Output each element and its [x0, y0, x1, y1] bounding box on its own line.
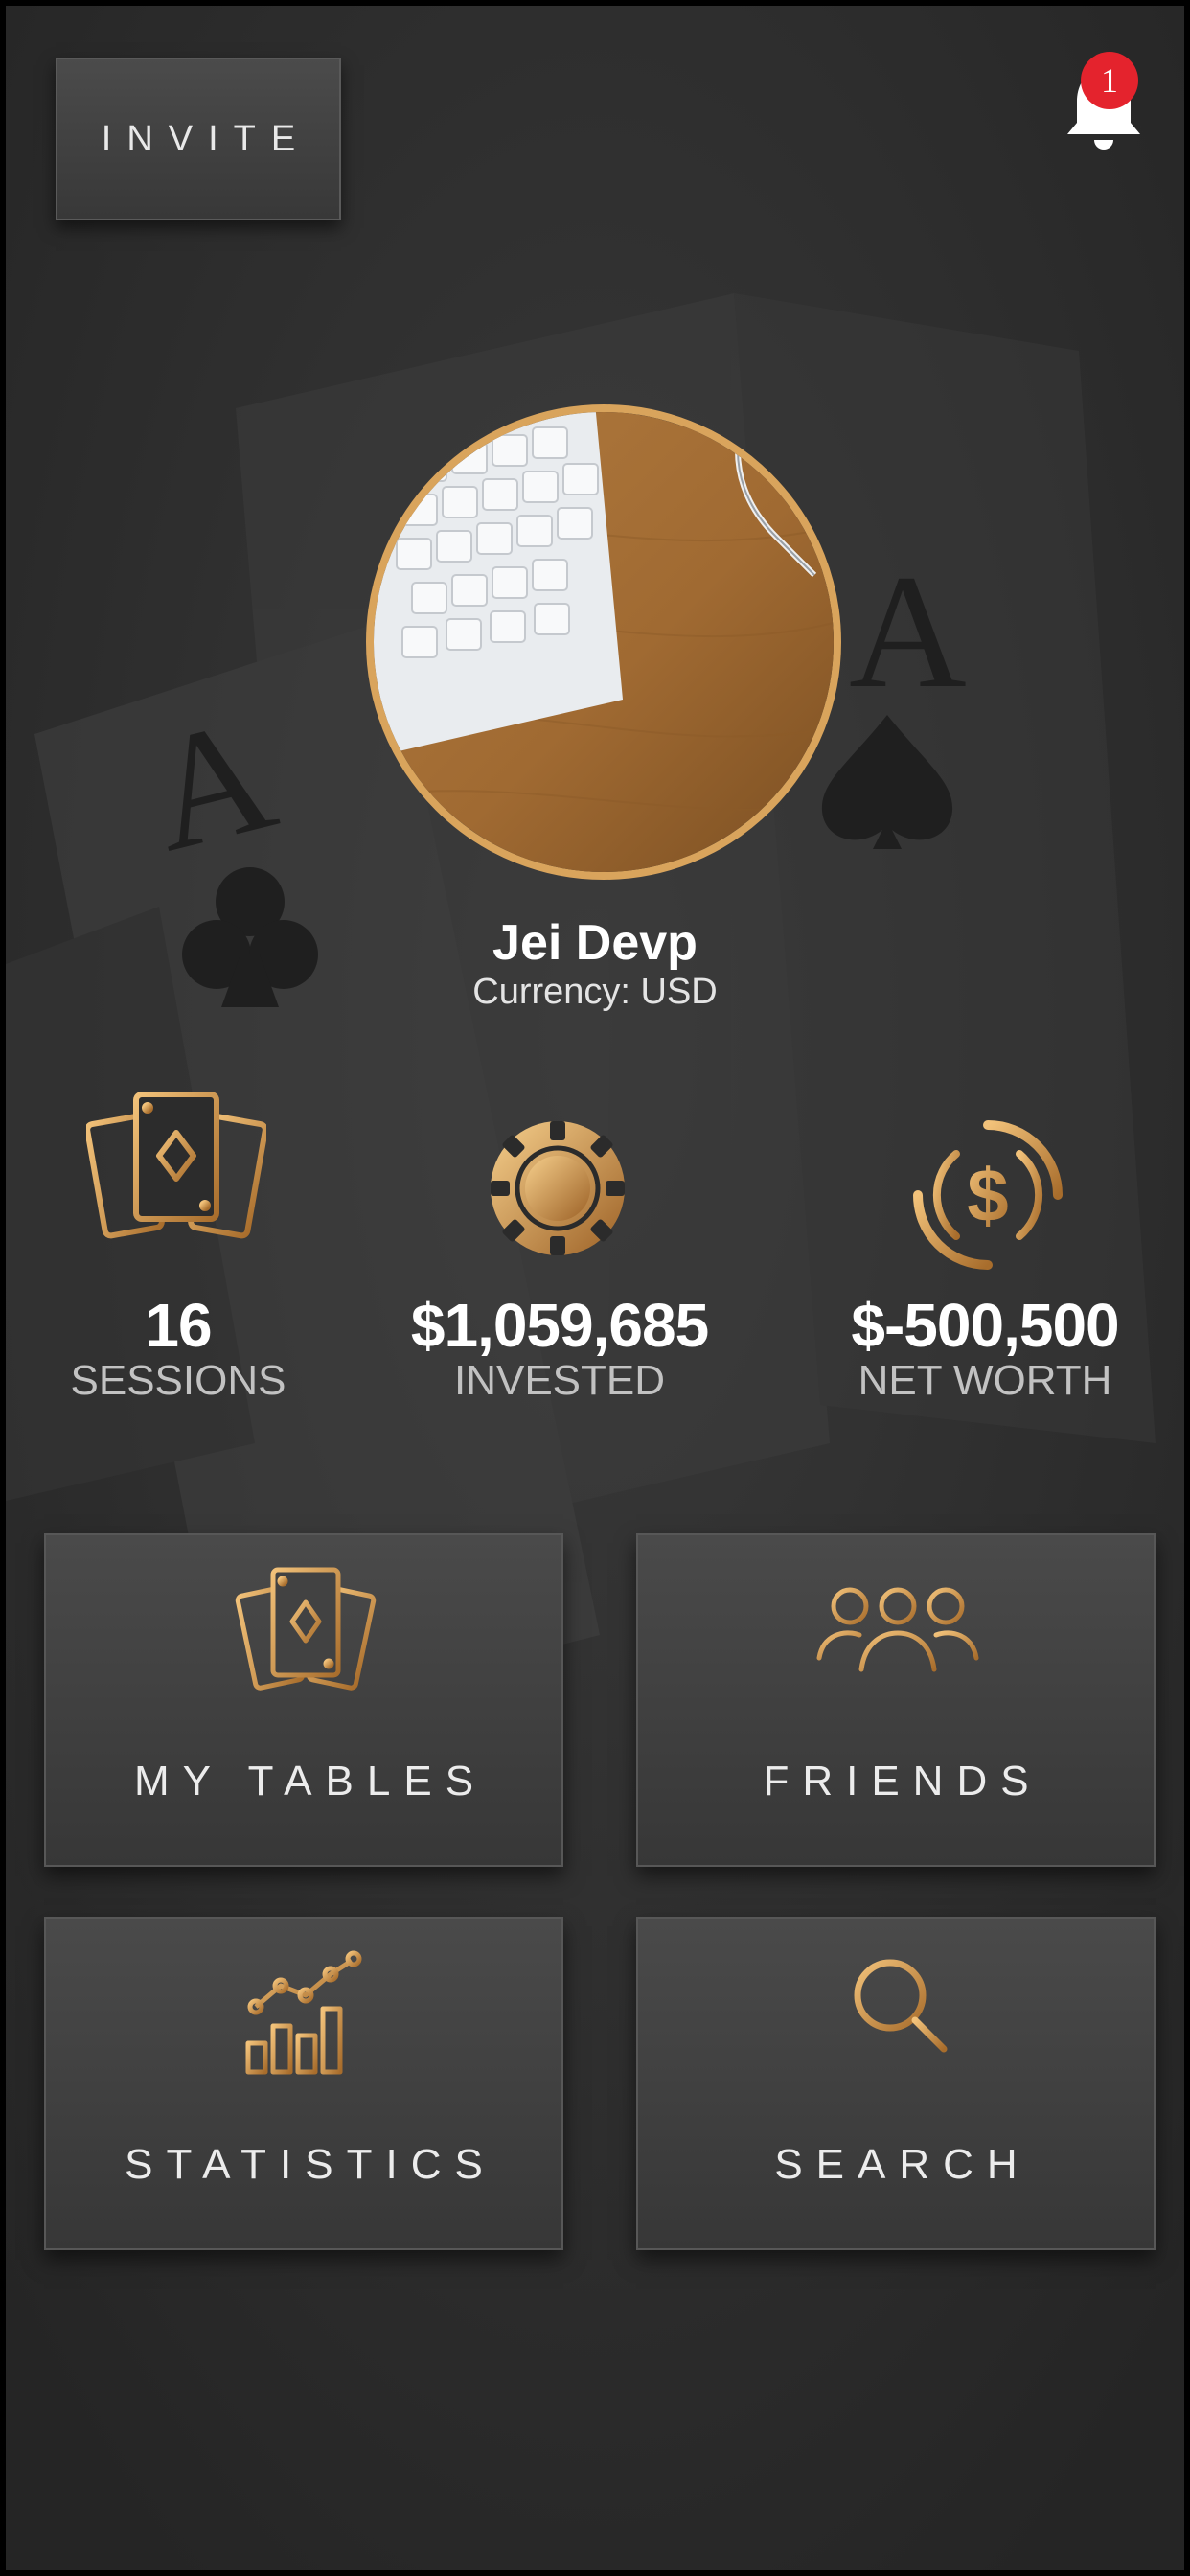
playing-cards-icon — [86, 1092, 266, 1239]
friends-label: FRIENDS — [763, 1758, 1042, 1805]
dollar-coin-icon: $ — [913, 1120, 1063, 1270]
playing-cards-icon — [235, 1567, 377, 1690]
statistics-chart-icon — [239, 1950, 375, 2079]
net-worth-value: $-500,500 — [851, 1291, 1119, 1360]
profile-currency: Currency: USD — [472, 972, 718, 1012]
net-worth-label: NET WORTH — [858, 1357, 1112, 1404]
my-tables-label: MY TABLES — [133, 1758, 488, 1805]
invested-label: INVESTED — [453, 1357, 666, 1404]
profile-name: Jei Devp — [492, 915, 698, 971]
statistics-label: STATISTICS — [125, 2141, 496, 2188]
poker-chip-icon — [491, 1121, 625, 1255]
my-tables-button[interactable]: MY TABLES — [44, 1533, 563, 1867]
friends-button[interactable]: FRIENDS — [636, 1533, 1156, 1867]
search-button[interactable]: SEARCH — [636, 1917, 1156, 2250]
invested-value: $1,059,685 — [410, 1291, 709, 1360]
friends-icon — [816, 1587, 979, 1672]
statistics-button[interactable]: STATISTICS — [44, 1917, 563, 2250]
svg-text:$: $ — [967, 1153, 1008, 1237]
avatar-photo — [374, 412, 834, 872]
invite-button[interactable]: INVITE — [56, 58, 341, 220]
notification-badge: 1 — [1081, 52, 1138, 109]
search-icon — [854, 1959, 948, 2053]
app-screen: A A INVITE 1 Jei Devp Currency: USD $ 16… — [6, 6, 1184, 2570]
sessions-label: SESSIONS — [70, 1357, 286, 1404]
search-label: SEARCH — [774, 2141, 1031, 2188]
profile-avatar[interactable] — [366, 404, 841, 880]
svg-text:A: A — [849, 541, 967, 722]
sessions-value: 16 — [145, 1291, 212, 1360]
